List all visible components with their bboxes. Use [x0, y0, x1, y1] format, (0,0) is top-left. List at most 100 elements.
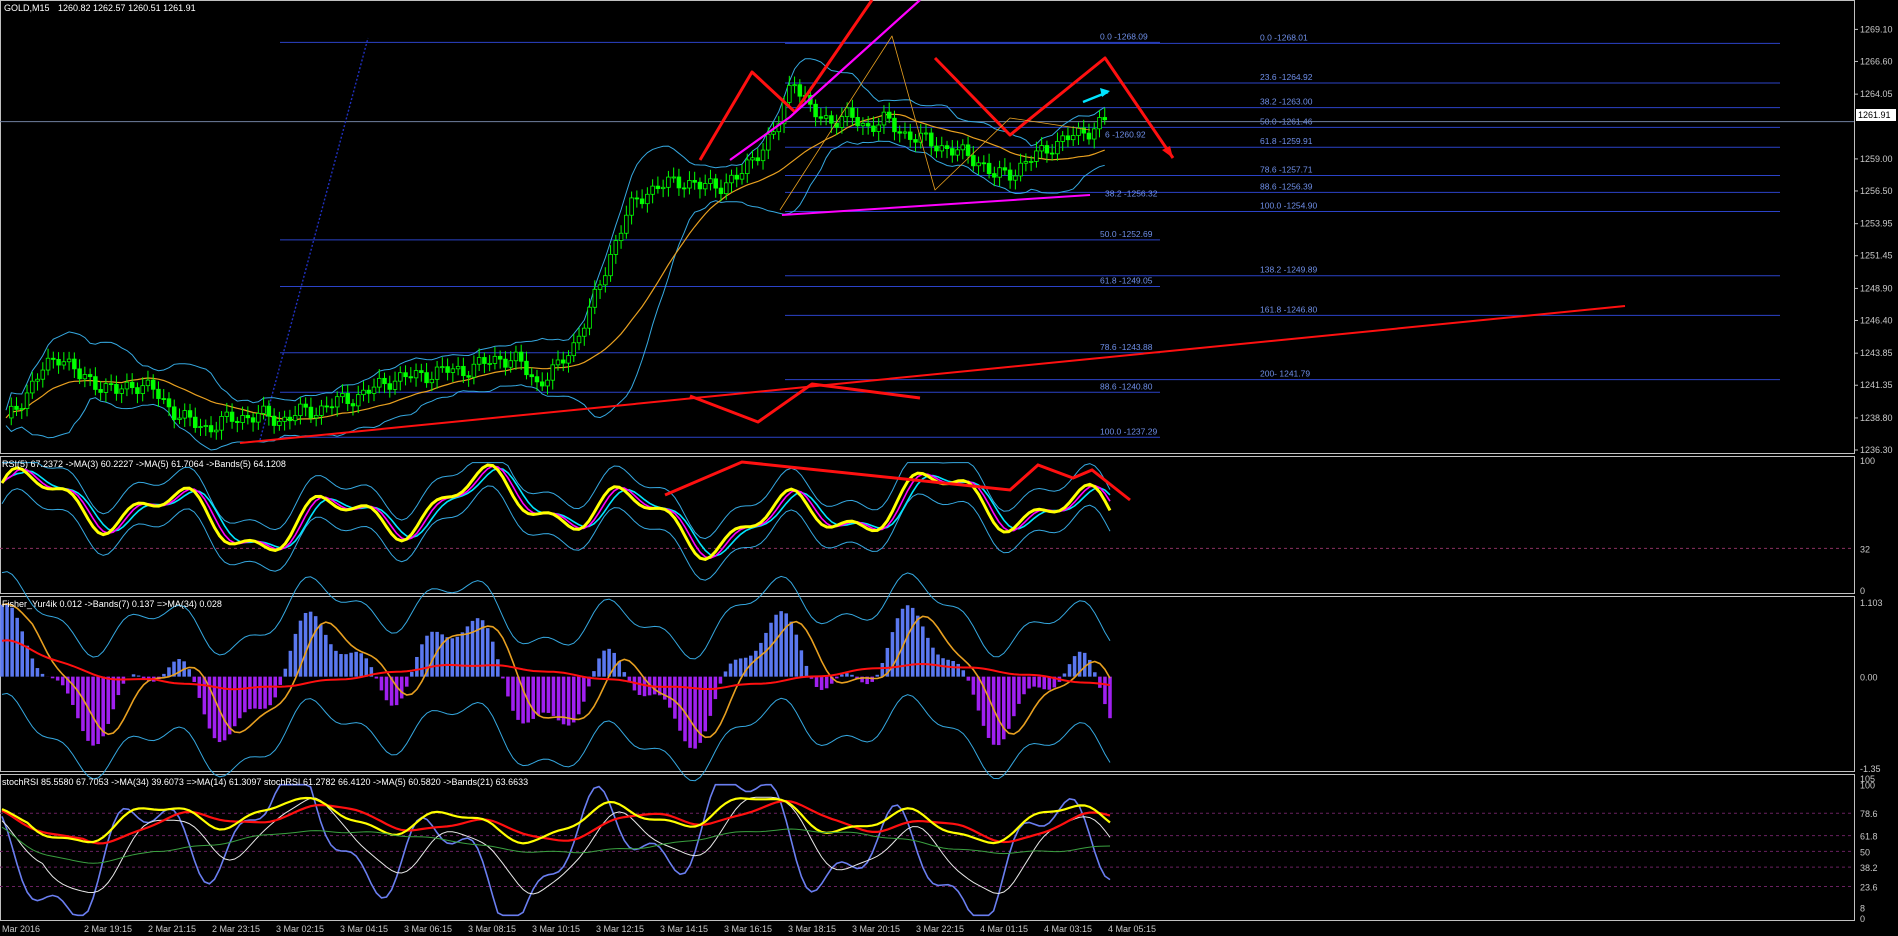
candle-body	[166, 398, 172, 408]
candle-body	[140, 385, 145, 394]
time-tick-label: 3 Mar 14:15	[660, 924, 708, 934]
current-price-marker: 1261.91	[1856, 109, 1896, 121]
candle-body	[860, 123, 866, 127]
fisher-bar	[96, 676, 100, 745]
fib-label-right: 38.2 -1263.00	[1260, 97, 1313, 107]
candle-body	[408, 376, 414, 379]
candle-body	[655, 185, 661, 190]
candle-body	[329, 406, 335, 409]
fisher-bar	[1067, 664, 1072, 677]
candle-body	[597, 284, 603, 290]
candle-body	[760, 149, 766, 162]
rsi-tick-label: 100	[1860, 456, 1875, 466]
fisher-bar	[349, 652, 353, 677]
candle-body	[576, 335, 582, 344]
price-tick-label: 1243.85	[1860, 348, 1893, 358]
fisher-bar	[283, 668, 288, 677]
fibonacci-lines: 0.0 -1268.09 50.0 -1252.69 61.8 -1249.05 78…	[0, 31, 1854, 441]
red-zigzag-up	[698, 0, 874, 161]
candle-body	[739, 173, 745, 180]
fisher-bar	[779, 611, 783, 677]
fib-label-right: 100.0 -1254.90	[1260, 200, 1317, 210]
fib-label-right: 0.0 -1268.01	[1260, 32, 1308, 42]
candle-body	[87, 374, 93, 378]
candle-body	[907, 131, 913, 140]
price-tick-label: 1248.90	[1860, 283, 1893, 293]
candle-body	[77, 368, 82, 380]
fisher-bar	[794, 634, 799, 677]
fisher-bar	[941, 658, 945, 677]
candle-body	[955, 149, 960, 156]
fib-label-left: 100.0 -1237.29	[1100, 426, 1157, 436]
main-panel-frame	[0, 0, 1855, 454]
fisher-bar	[551, 676, 556, 716]
fisher-bar	[951, 661, 955, 677]
fisher-bar	[996, 676, 1001, 746]
candle-body	[702, 183, 708, 190]
candle-body	[135, 387, 140, 394]
fisher-bar	[278, 676, 283, 685]
rsi-red-zigzag	[664, 460, 1131, 502]
candle-body	[250, 417, 256, 423]
candle-body	[829, 115, 834, 124]
fisher-bar	[485, 628, 490, 677]
stochrsi-tick-label: 100	[1860, 781, 1875, 791]
fisher-bar	[20, 631, 25, 677]
fisher-bar	[966, 676, 971, 681]
fisher-bar	[101, 676, 105, 737]
candle-body	[629, 197, 634, 216]
candle-body	[787, 84, 792, 103]
bollinger-bands	[5, 58, 1105, 451]
fisher-bar	[961, 670, 966, 677]
fib-label-left: 0.0 -1268.09	[1100, 31, 1148, 41]
fisher-bar	[344, 654, 348, 677]
time-axis: Mar 2016 2 Mar 19:15 2 Mar 21:15 2 Mar 23:1…	[2, 924, 1156, 934]
candle-body	[413, 370, 419, 379]
candle-body	[608, 254, 613, 277]
candle-body	[14, 405, 19, 410]
candle-body	[645, 193, 650, 205]
candle-body	[93, 376, 98, 390]
fisher-bar	[60, 676, 65, 686]
candle-body	[865, 123, 871, 127]
rsi-axis: 100 32 0	[1860, 456, 1875, 596]
time-tick-label: 4 Mar 05:15	[1108, 924, 1156, 934]
fisher-bar	[835, 676, 839, 679]
fisher-bar	[506, 676, 510, 697]
fib-label-right: 161.8 -1246.80	[1260, 304, 1317, 314]
fisher-bar	[430, 631, 434, 677]
candle-body	[193, 416, 198, 428]
candle-body	[450, 368, 456, 373]
fisher-bar	[1072, 656, 1077, 677]
candle-body	[545, 379, 550, 387]
candle-body	[1065, 135, 1071, 141]
fisher-bar	[728, 663, 733, 677]
candle-body	[1002, 167, 1008, 171]
candle-body	[550, 364, 555, 381]
candle-body	[571, 342, 577, 357]
fisher-bar	[293, 633, 298, 677]
candle-body	[45, 357, 51, 371]
fisher-bar	[804, 665, 809, 677]
rsi-indicator	[0, 460, 1854, 581]
chart-window: 0.0 -1268.09 50.0 -1252.69 61.8 -1249.05 78…	[0, 0, 1896, 934]
fisher-bar	[501, 676, 505, 679]
candle-body	[934, 145, 939, 152]
dotted-trendline	[259, 37, 369, 441]
candle-body	[61, 361, 67, 366]
time-tick-label: 3 Mar 16:15	[724, 924, 772, 934]
fisher-bar	[708, 676, 713, 716]
fisher-bar	[91, 676, 95, 746]
fib-label-mid: 38.2 -1256.32	[1105, 188, 1158, 198]
candle-body	[639, 198, 645, 205]
candle-body	[245, 415, 251, 419]
candle-body	[813, 103, 818, 118]
candle-body	[582, 327, 587, 337]
fisher-bar	[926, 637, 930, 677]
candle-body	[939, 145, 945, 152]
fisher-bar	[106, 676, 111, 724]
fisher-bar	[1027, 676, 1031, 689]
candle-body	[929, 132, 934, 147]
fisher-bar	[921, 626, 925, 677]
candle-body	[587, 306, 592, 329]
